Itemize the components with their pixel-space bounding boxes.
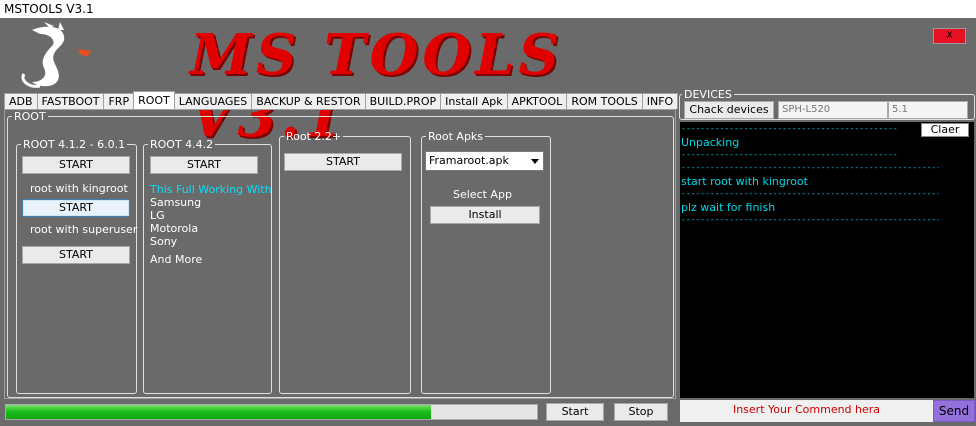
log-separator: ----------------------------------------… — [681, 124, 899, 133]
tab-fastboot[interactable]: FASTBOOT — [36, 93, 105, 109]
device-model-field: SPH-L520 — [778, 101, 888, 119]
apk-select[interactable]: Framaroot.apk — [425, 151, 544, 171]
tab-build-prop[interactable]: BUILD.PROP — [364, 93, 442, 109]
log-separator: ----------------------------------------… — [681, 150, 899, 159]
tab-adb[interactable]: ADB — [4, 93, 38, 109]
apk-select-value: Framaroot.apk — [429, 154, 509, 167]
start-442-button[interactable]: START — [150, 156, 258, 174]
log-line: Unpacking — [681, 136, 740, 149]
tab-bar: ADB FASTBOOT FRP ROOT LANGUAGES BACKUP &… — [4, 91, 679, 109]
and-more-label: And More — [150, 253, 203, 266]
tab-root[interactable]: ROOT — [133, 91, 175, 109]
check-devices-button[interactable]: Chack devices — [684, 101, 774, 119]
root-22-legend: Root 2.2+ — [286, 130, 342, 143]
start-third-button[interactable]: START — [22, 246, 130, 264]
send-button[interactable]: Send — [933, 400, 975, 422]
root-442-legend: ROOT 4.4.2 — [150, 138, 214, 151]
window-title: MSTOOLS V3.1 — [0, 0, 976, 18]
root-group: ROOT ROOT 4.1.2 - 6.0.1 START root with … — [7, 110, 674, 398]
command-input[interactable]: Insert Your Commend hera — [680, 400, 933, 422]
kingroot-label: root with kingroot — [30, 182, 128, 195]
clear-log-button[interactable]: Claer log — [921, 123, 969, 148]
chevron-down-icon — [531, 159, 539, 164]
log-line: plz wait for finish — [681, 201, 776, 214]
banner-title: MS TOOLS V3.1 — [190, 22, 563, 150]
log-separator: ----------------------------------------… — [681, 215, 939, 224]
log-line: start root with kingroot — [681, 175, 808, 188]
root-442-group: ROOT 4.4.2 START This Full Working With … — [143, 138, 272, 394]
tab-info[interactable]: INFO — [641, 93, 679, 109]
select-app-label: Select App — [453, 188, 512, 201]
tab-apktool[interactable]: APKTOOL — [506, 93, 568, 109]
stop-button[interactable]: Stop — [614, 403, 668, 421]
log-console[interactable]: ----------------------------------------… — [680, 122, 974, 398]
superuser-label: root with superuser — [30, 223, 138, 236]
start-superuser-button[interactable]: START — [22, 199, 130, 217]
progress-bar — [5, 404, 538, 420]
start-kingroot-button[interactable]: START — [22, 156, 130, 174]
tab-frp[interactable]: FRP — [103, 93, 135, 109]
install-button[interactable]: Install — [430, 206, 540, 224]
app-window: MS TOOLS V3.1 X ADB FASTBOOT FRP ROOT LA… — [0, 18, 976, 426]
header: MS TOOLS V3.1 X — [0, 18, 976, 150]
progress-fill — [6, 405, 431, 419]
brand-samsung: Samsung — [150, 196, 202, 209]
tab-languages[interactable]: LANGUAGES — [173, 93, 253, 109]
root-22-group: Root 2.2+ START — [279, 130, 411, 394]
root-group-legend: ROOT — [14, 110, 46, 123]
root-412-601-legend: ROOT 4.1.2 - 6.0.1 — [23, 138, 126, 151]
root-tab-panel: ROOT ROOT 4.1.2 - 6.0.1 START root with … — [4, 109, 676, 399]
brand-sony: Sony — [150, 235, 178, 248]
brand-motorola: Motorola — [150, 222, 199, 235]
devices-group: DEVICES Chack devices SPH-L520 5.1 — [679, 88, 975, 120]
root-412-601-group: ROOT 4.1.2 - 6.0.1 START root with kingr… — [16, 138, 137, 394]
tab-install-apk[interactable]: Install Apk — [440, 93, 508, 109]
log-separator: ----------------------------------------… — [681, 163, 939, 172]
tab-rom-tools[interactable]: ROM TOOLS — [566, 93, 643, 109]
dragon-logo-icon — [21, 22, 92, 88]
close-button[interactable]: X — [933, 28, 966, 44]
brand-lg: LG — [150, 209, 165, 222]
root-apks-group: Root Apks Framaroot.apk Select App Insta… — [421, 130, 551, 394]
full-working-note: This Full Working With — [150, 183, 272, 196]
start-button[interactable]: Start — [546, 403, 604, 421]
tab-backup-restore[interactable]: BACKUP & RESTOR — [251, 93, 366, 109]
android-version-field: 5.1 — [888, 101, 968, 119]
root-apks-legend: Root Apks — [428, 130, 484, 143]
log-separator: ----------------------------------------… — [681, 189, 939, 198]
start-22-button[interactable]: START — [284, 153, 402, 171]
devices-legend: DEVICES — [684, 88, 732, 101]
